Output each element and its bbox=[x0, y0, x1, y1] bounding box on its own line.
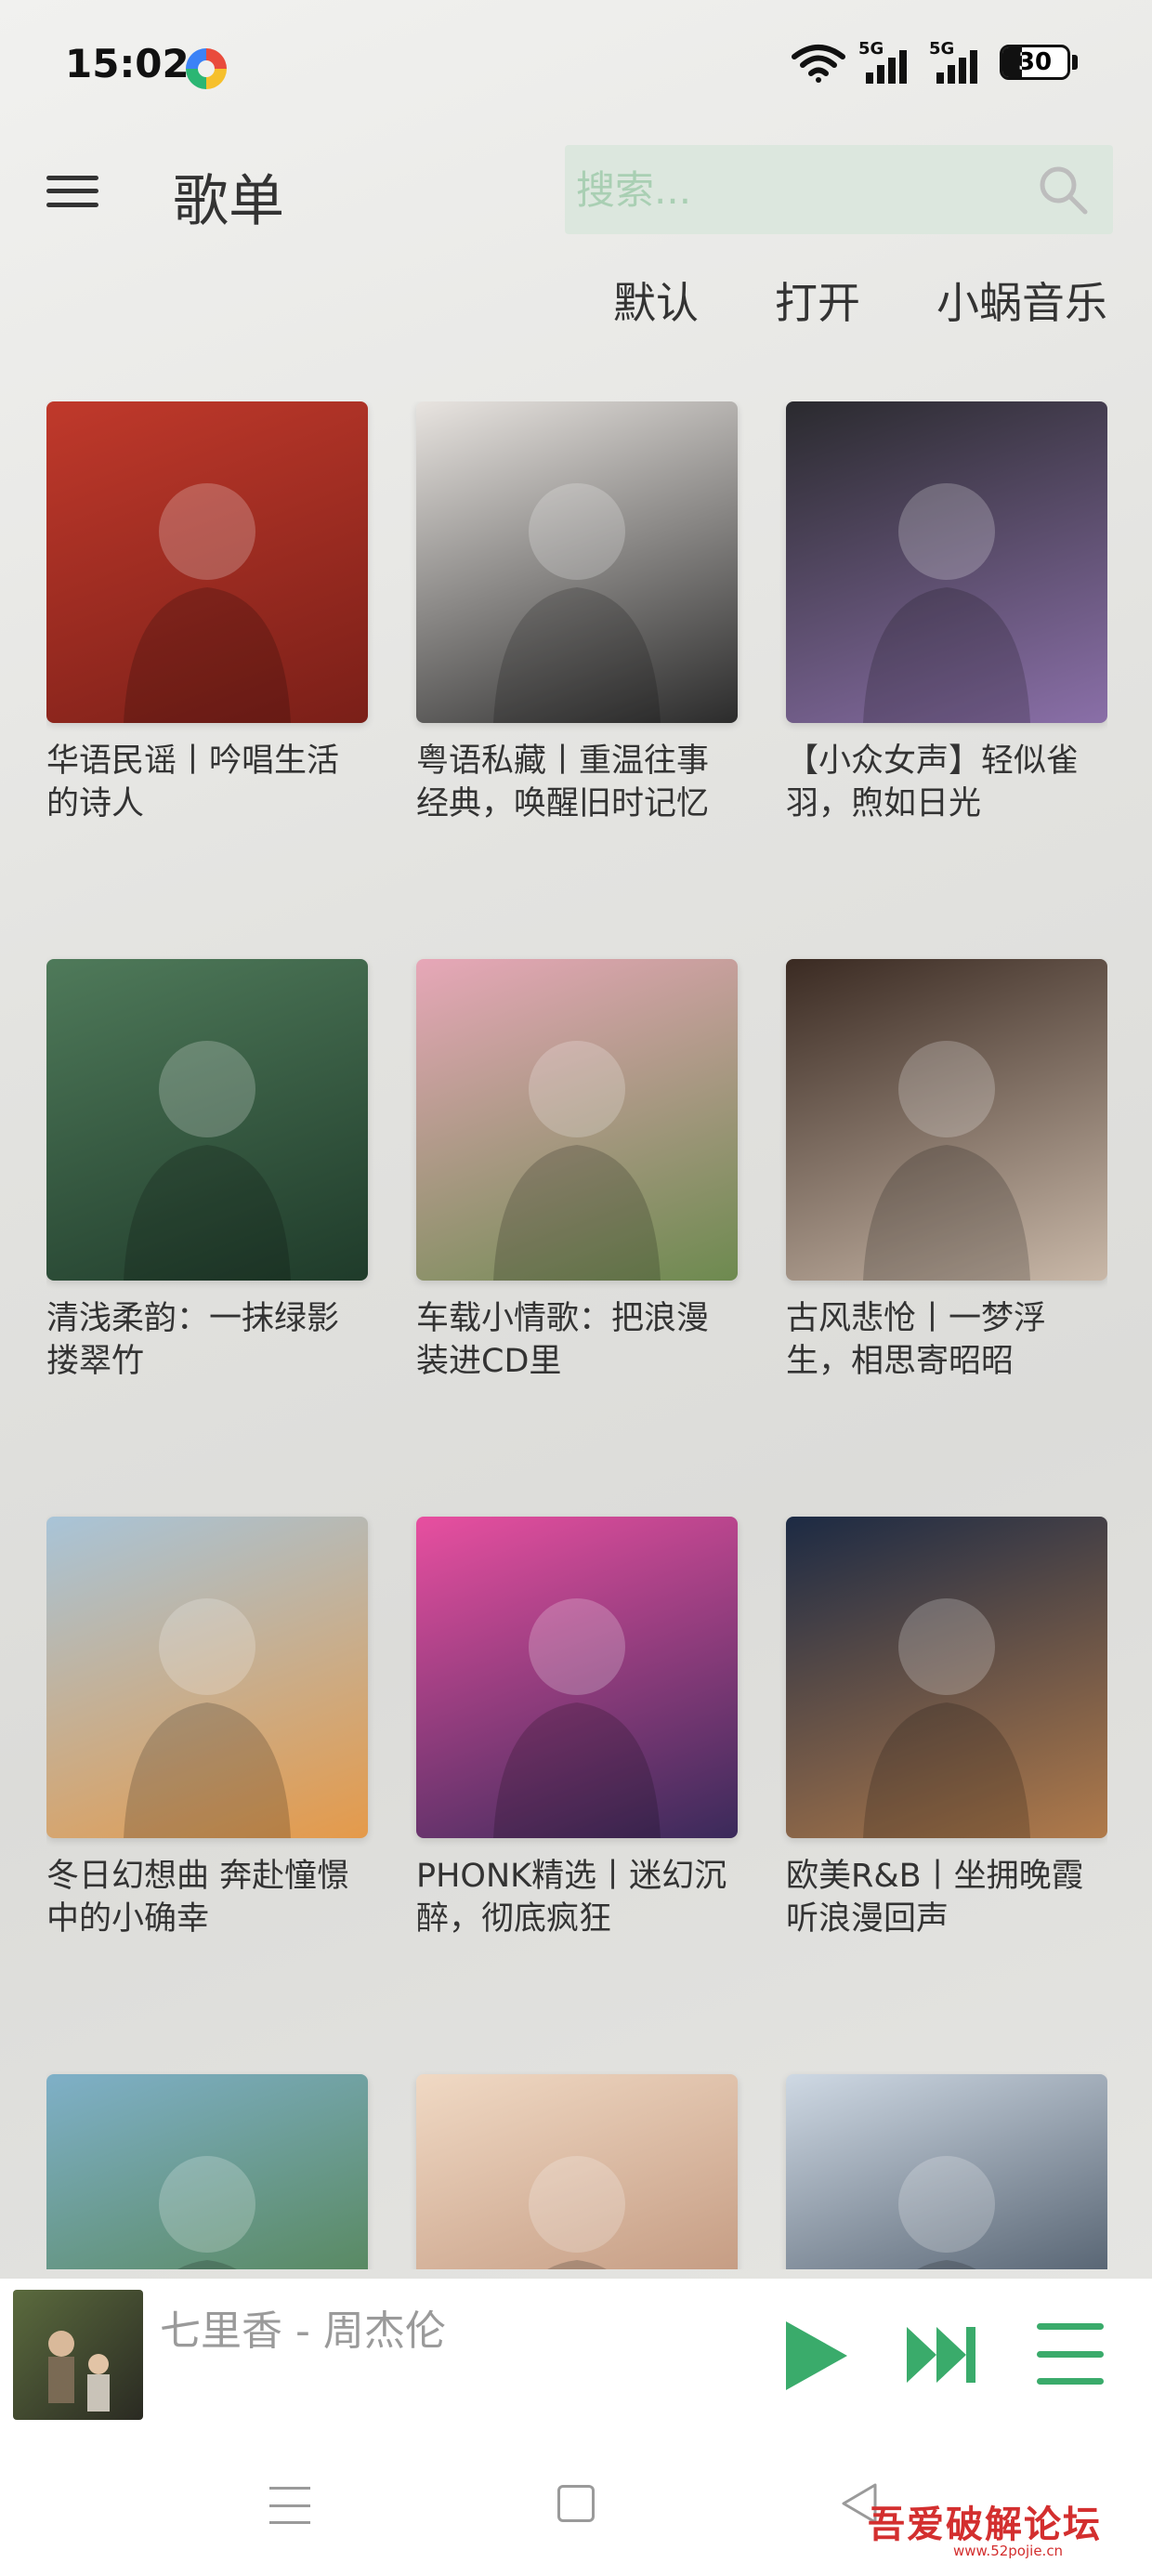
playlist-title: 车载小情歌：把浪漫装进CD里 bbox=[416, 1300, 710, 1380]
cover-art bbox=[493, 483, 661, 723]
playlist-title: 清浅柔韵：一抹绿影搂翠竹 bbox=[46, 1300, 340, 1380]
playlist-card[interactable]: 粤语私藏丨重温往事经典，唤醒旧时记忆 bbox=[416, 401, 738, 825]
playlist-title: 华语民谣丨吟唱生活的诗人 bbox=[46, 743, 340, 822]
search-icon[interactable] bbox=[1037, 164, 1089, 216]
playlist-card[interactable]: 贯彻快乐至上！元气 bbox=[416, 2074, 738, 2269]
mini-player[interactable]: 七里香 - 周杰伦 bbox=[0, 2279, 1152, 2431]
playlist-card[interactable]: 古风悲怆丨一梦浮生，相思寄昭昭 bbox=[786, 959, 1107, 1383]
playlist-cover[interactable] bbox=[786, 2074, 1107, 2269]
playlist-cover[interactable] bbox=[46, 1517, 368, 1838]
cellular-signal-1-icon: 5G bbox=[858, 39, 916, 84]
search-box[interactable] bbox=[565, 145, 1113, 234]
playlist-cover[interactable] bbox=[786, 1517, 1107, 1838]
watermark-url: www.52pojie.cn bbox=[953, 2543, 1064, 2559]
playlist-card[interactable]: 【小众女声】轻似雀羽，煦如日光 bbox=[786, 401, 1107, 825]
battery-cap bbox=[1072, 55, 1078, 70]
cover-art bbox=[863, 1598, 1030, 1838]
status-time: 15:02 bbox=[65, 41, 190, 86]
cover-art bbox=[863, 1041, 1030, 1281]
cover-art bbox=[898, 2156, 995, 2269]
wifi-icon bbox=[792, 45, 845, 83]
playlist-card[interactable]: 自己~吓~自己~网络热梗大盘点 bbox=[46, 2074, 368, 2269]
playlist-cover[interactable] bbox=[416, 2074, 738, 2269]
playlist-card[interactable]: 『分手战歌』注视是 bbox=[786, 2074, 1107, 2269]
tab-default[interactable]: 默认 bbox=[613, 269, 699, 331]
status-indicators: 5G 5G 30 bbox=[792, 39, 1078, 84]
watermark-logo: 吾爱破解论坛 bbox=[868, 2503, 1102, 2546]
cover-art bbox=[124, 483, 291, 723]
playlist-card[interactable]: 清浅柔韵：一抹绿影搂翠竹 bbox=[46, 959, 368, 1383]
cover-art bbox=[863, 483, 1030, 723]
play-button[interactable] bbox=[771, 2314, 855, 2398]
playlist-cover[interactable] bbox=[46, 401, 368, 723]
playlist-cover[interactable] bbox=[416, 401, 738, 723]
cover-art bbox=[529, 2156, 625, 2269]
search-input[interactable] bbox=[576, 164, 985, 216]
tab-xiaowo-music[interactable]: 小蜗音乐 bbox=[936, 269, 1107, 331]
playlist-title: 冬日幻想曲 奔赴憧憬中的小确幸 bbox=[46, 1858, 350, 1938]
playlist-card[interactable]: PHONK精选丨迷幻沉醉，彻底疯狂 bbox=[416, 1517, 738, 1940]
playlist-cover[interactable]: 自己~吓~自己~ bbox=[46, 2074, 368, 2269]
playlist-title: PHONK精选丨迷幻沉醉，彻底疯狂 bbox=[416, 1858, 727, 1938]
hamburger-menu-icon[interactable] bbox=[46, 165, 98, 217]
cellular-signal-2-icon: 5G bbox=[929, 39, 987, 84]
home-icon[interactable] bbox=[557, 2485, 595, 2522]
playlist-grid: 华语民谣丨吟唱生活的诗人 粤语私藏丨重温往事经典，唤醒旧时记忆 【小众女声】轻似雀羽… bbox=[46, 401, 1107, 2269]
playlist-title: 粤语私藏丨重温往事经典，唤醒旧时记忆 bbox=[416, 743, 710, 822]
playlist-title: 古风悲怆丨一梦浮生，相思寄昭昭 bbox=[786, 1300, 1047, 1380]
source-tabs: 默认 打开 小蜗音乐 bbox=[537, 269, 1107, 331]
playlist-cover[interactable] bbox=[46, 959, 368, 1281]
playlist-card[interactable]: 冬日幻想曲 奔赴憧憬中的小确幸 bbox=[46, 1517, 368, 1940]
battery-icon: 30 bbox=[1000, 45, 1070, 80]
playlist-card[interactable]: 欧美R&B丨坐拥晚霞听浪漫回声 bbox=[786, 1517, 1107, 1940]
cover-art bbox=[493, 1598, 661, 1838]
cover-art bbox=[493, 1041, 661, 1281]
playlist-cover[interactable] bbox=[416, 1517, 738, 1838]
playlist-title: 【小众女声】轻似雀羽，煦如日光 bbox=[786, 743, 1080, 822]
cover-art bbox=[124, 1598, 291, 1838]
playlist-card[interactable]: 车载小情歌：把浪漫装进CD里 bbox=[416, 959, 738, 1383]
cover-art bbox=[124, 1041, 291, 1281]
playlist-card[interactable]: 华语民谣丨吟唱生活的诗人 bbox=[46, 401, 368, 825]
playlist-cover[interactable] bbox=[786, 401, 1107, 723]
app-notification-icon bbox=[186, 48, 227, 89]
battery-level: 30 bbox=[1017, 48, 1053, 76]
now-playing-text: 七里香 - 周杰伦 bbox=[160, 2307, 446, 2355]
playlist-cover[interactable] bbox=[416, 959, 738, 1281]
status-bar: 15:02 5G 5G 30 bbox=[0, 0, 1152, 139]
playlist-title: 欧美R&B丨坐拥晚霞听浪漫回声 bbox=[786, 1858, 1084, 1938]
app-header: 歌单 bbox=[0, 139, 1152, 251]
next-track-button[interactable] bbox=[903, 2320, 979, 2390]
cover-art bbox=[159, 2156, 255, 2269]
playlist-cover[interactable] bbox=[786, 959, 1107, 1281]
recents-icon[interactable] bbox=[269, 2487, 310, 2524]
page-title: 歌单 bbox=[173, 169, 284, 234]
playlist-queue-button[interactable] bbox=[1037, 2323, 1104, 2385]
album-art[interactable] bbox=[13, 2290, 143, 2420]
tab-open[interactable]: 打开 bbox=[775, 269, 860, 331]
